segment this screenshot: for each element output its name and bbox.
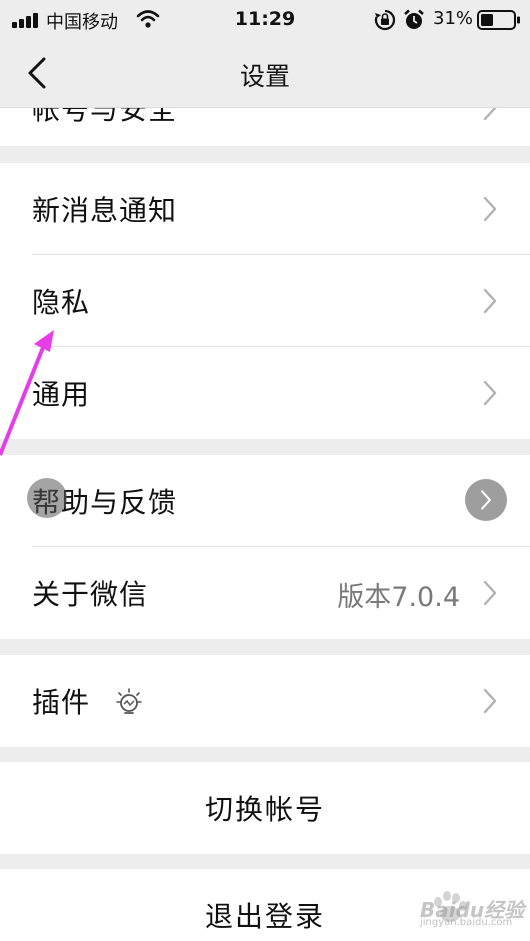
settings-row-privacy[interactable]: 隐私 — [0, 255, 530, 347]
chevron-right-icon — [483, 580, 497, 606]
battery-percent: 31% — [433, 8, 474, 29]
switch-account-group: 切换帐号 — [0, 762, 530, 854]
settings-row-about-wechat[interactable]: 关于微信 版本7.0.4 — [0, 547, 530, 639]
chevron-right-icon — [483, 288, 497, 314]
navigation-bar: 设置 — [0, 40, 530, 108]
settings-group-1: 新消息通知 隐私 通用 — [0, 163, 530, 439]
row-label: 帐号与安全 — [32, 108, 178, 126]
settings-row-general[interactable]: 通用 — [0, 347, 530, 439]
status-bar: 中国移动 11:29 31% — [0, 0, 530, 40]
battery-icon — [477, 10, 520, 30]
settings-row-help-feedback[interactable]: 帮助与反馈 — [0, 455, 530, 547]
rotation-lock-icon — [374, 9, 396, 31]
chevron-right-icon — [483, 380, 497, 406]
switch-account-button[interactable]: 切换帐号 — [0, 762, 530, 854]
watermark-url: jingyan.baidu.com — [420, 917, 513, 928]
row-label: 插件 — [32, 686, 91, 719]
chevron-right-icon — [483, 196, 497, 222]
settings-row-plugins[interactable]: 插件 — [0, 655, 530, 747]
chevron-right-icon — [483, 688, 497, 714]
row-label: 通用 — [32, 378, 91, 411]
row-label: 关于微信 — [32, 578, 149, 611]
touch-indicator — [27, 478, 67, 518]
page-title: 设置 — [239, 62, 290, 91]
settings-row-account-security[interactable]: 帐号与安全 — [0, 108, 530, 146]
row-label: 新消息通知 — [32, 194, 178, 227]
settings-row-new-message-notification[interactable]: 新消息通知 — [0, 163, 530, 255]
plugin-lightbulb-icon — [116, 688, 142, 714]
version-value: 版本7.0.4 — [337, 582, 460, 613]
alarm-clock-icon — [404, 9, 424, 29]
chevron-right-icon — [483, 108, 497, 121]
row-label: 隐私 — [32, 286, 91, 319]
settings-screen: 中国移动 11:29 31% 设置 帐号与安全 新消息通知 隐私 通用 帮助与反… — [0, 0, 530, 941]
chevron-right-icon — [481, 490, 491, 510]
settings-group-2: 帮助与反馈 关于微信 版本7.0.4 — [0, 455, 530, 639]
settings-group-3: 插件 — [0, 655, 530, 747]
switch-account-label: 切换帐号 — [204, 793, 325, 826]
